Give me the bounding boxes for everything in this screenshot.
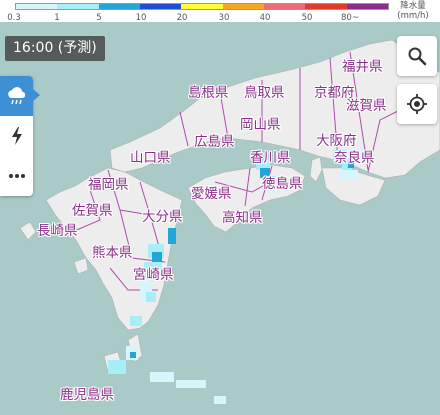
legend-unit: 降水量 (mm/h) — [393, 1, 433, 21]
prefecture-label-miyazaki: 宮崎県 — [133, 267, 174, 283]
prefecture-label-okayama: 岡山県 — [240, 117, 281, 133]
legend-swatch-0 — [16, 4, 58, 9]
precipitation-legend: 0.3 1 5 10 20 30 40 50 80~ 降水量 (mm/h) — [0, 0, 440, 23]
prefecture-label-ehime: 愛媛県 — [191, 186, 232, 202]
legend-tick: 10 — [135, 13, 147, 23]
legend-swatch-4 — [181, 4, 223, 9]
rain-layer-button[interactable] — [0, 76, 33, 116]
prefecture-label-tottori: 鳥取県 — [244, 85, 285, 101]
prefecture-label-saga: 佐賀県 — [72, 203, 113, 219]
legend-unit-value: (mm/h) — [397, 11, 429, 21]
prefecture-label-nara: 奈良県 — [334, 150, 375, 166]
active-layer-pointer — [33, 89, 40, 101]
search-button[interactable] — [397, 36, 437, 76]
legend-unit-title: 降水量 — [400, 1, 426, 11]
layer-side-menu — [0, 76, 33, 196]
legend-tick: 30 — [218, 13, 230, 23]
lightning-layer-button[interactable] — [0, 116, 33, 156]
locate-icon — [407, 94, 427, 114]
prefecture-label-nagasaki: 長崎県 — [37, 223, 78, 239]
prefecture-label-tokushima: 徳島県 — [262, 176, 303, 192]
more-horizontal-icon — [8, 174, 25, 178]
prefecture-label-fukui: 福井県 — [342, 59, 383, 75]
legend-swatch-8 — [346, 4, 388, 9]
legend-swatch-5 — [222, 4, 264, 9]
prefecture-label-hiroshima: 広島県 — [194, 134, 235, 150]
prefecture-label-yamaguchi: 山口県 — [130, 150, 171, 166]
legend-color-bar — [15, 3, 389, 10]
more-options-button[interactable] — [0, 156, 33, 196]
legend-swatch-1 — [57, 4, 99, 9]
forecast-time-badge: 16:00 (予測) — [5, 36, 105, 61]
rain-cloud-icon — [7, 87, 25, 105]
prefecture-label-fukuoka: 福岡県 — [88, 177, 129, 193]
legend-swatch-6 — [263, 4, 306, 9]
legend-tick: 0.3 — [7, 13, 21, 23]
legend-swatch-2 — [98, 4, 140, 9]
current-location-button[interactable] — [397, 84, 437, 124]
prefecture-label-shiga: 滋賀県 — [346, 98, 387, 114]
prefecture-label-kumamoto: 熊本県 — [92, 245, 133, 261]
legend-tick: 20 — [176, 13, 188, 23]
legend-tick: 80~ — [341, 13, 359, 23]
prefecture-label-shimane: 島根県 — [188, 85, 229, 101]
lightning-icon — [11, 127, 22, 145]
legend-swatch-3 — [139, 4, 182, 9]
legend-tick: 1 — [54, 13, 60, 23]
prefecture-label-kochi: 高知県 — [222, 210, 263, 226]
legend-swatch-7 — [305, 4, 347, 9]
legend-tick: 40 — [259, 13, 271, 23]
prefecture-label-kagawa: 香川県 — [250, 150, 291, 166]
legend-tick: 5 — [96, 13, 102, 23]
prefecture-label-kagoshima: 鹿児島県 — [60, 387, 114, 403]
prefecture-label-oita: 大分県 — [142, 209, 183, 225]
search-icon — [408, 47, 427, 66]
legend-tick: 50 — [301, 13, 313, 23]
